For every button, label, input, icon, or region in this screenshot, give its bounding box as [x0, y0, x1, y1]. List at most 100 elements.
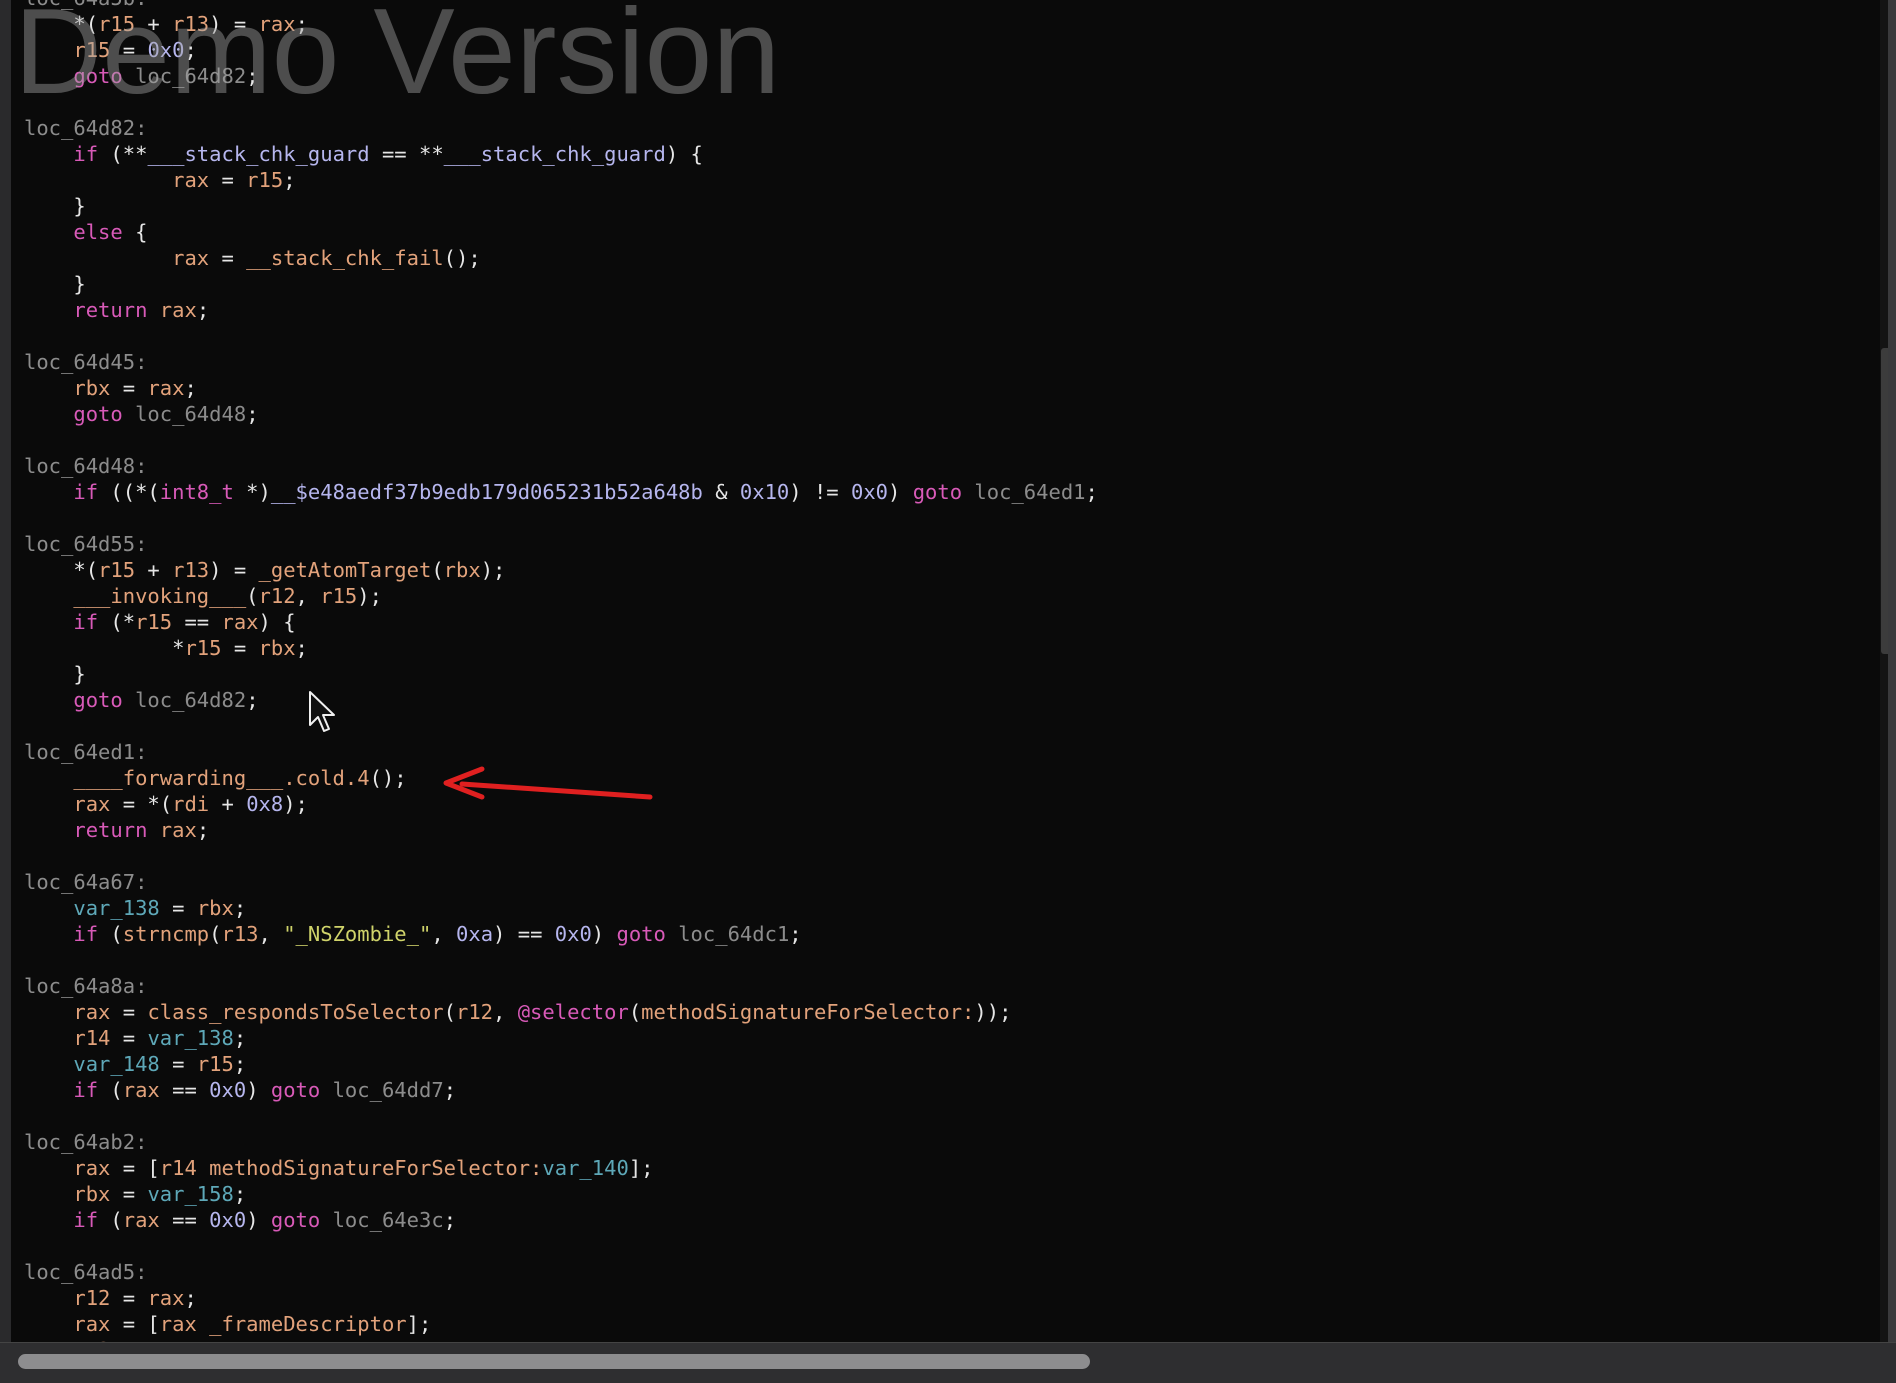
code-token: = [	[110, 1312, 160, 1336]
code-token: ==	[159, 1208, 210, 1232]
code-token: ;	[196, 298, 210, 322]
code-token: rax	[258, 12, 296, 36]
code-token: ;	[246, 64, 259, 88]
code-label[interactable]: loc_64d45:	[24, 350, 147, 374]
code-token: if	[73, 480, 99, 504]
code-label[interactable]: loc_64d55:	[24, 532, 147, 556]
code-token: +	[135, 12, 173, 36]
code-token: rax	[122, 1078, 160, 1102]
code-token: methodSignatureForSelector:	[641, 1000, 975, 1024]
code-label[interactable]: loc_64d48:	[24, 454, 147, 478]
code-label[interactable]: loc_64dd7	[333, 1078, 444, 1102]
code-token: r13	[172, 558, 210, 582]
code-token: rax	[147, 376, 185, 400]
code-token: r15	[320, 584, 358, 608]
code-token: ,	[295, 584, 321, 608]
code-label[interactable]: loc_64ab2:	[24, 1130, 147, 1154]
code-line: goto loc_64d48;	[24, 401, 1098, 427]
code-token: );	[480, 558, 506, 582]
code-token: &	[702, 480, 740, 504]
code-token: =	[110, 376, 148, 400]
code-line: loc_64a67:	[24, 869, 1098, 895]
code-token: (*	[98, 610, 136, 634]
vertical-scrollbar-thumb[interactable]	[1881, 348, 1888, 654]
code-label[interactable]: loc_64a67:	[24, 870, 147, 894]
code-line: loc_64d82:	[24, 115, 1098, 141]
code-viewport[interactable]: loc_64a5b: *(r15 + r13) = rax; r15 = 0x0…	[0, 0, 1888, 1342]
code-token: rax	[172, 246, 210, 270]
code-line: rax = r15;	[24, 167, 1098, 193]
code-token: ;	[443, 1078, 457, 1102]
code-line: loc_64a8a:	[24, 973, 1098, 999]
code-token: =	[110, 1000, 148, 1024]
code-line: *r15 = rbx;	[24, 635, 1098, 661]
code-token: 0x0	[209, 1078, 247, 1102]
code-label[interactable]: loc_64e3c	[333, 1208, 444, 1232]
code-token: if	[73, 922, 99, 946]
code-label[interactable]: loc_64dc1	[678, 922, 789, 946]
code-token: ];	[406, 1312, 432, 1336]
code-token: ;	[184, 38, 197, 62]
code-token: goto	[73, 688, 123, 712]
code-token: int8_t	[159, 480, 234, 504]
code-token: 0x10	[739, 480, 790, 504]
code-label[interactable]: loc_64a5b:	[24, 0, 147, 10]
horizontal-scrollbar-thumb[interactable]	[18, 1354, 1090, 1369]
code-line: if ((*(int8_t *)__$e48aedf37b9edb179d065…	[24, 479, 1097, 505]
code-token: r15	[196, 1052, 234, 1076]
code-label[interactable]: loc_64a8a:	[24, 974, 147, 998]
code-token: strncmp	[122, 922, 210, 946]
code-token: (	[209, 922, 222, 946]
code-token: rax	[159, 298, 197, 322]
code-token: ;	[295, 636, 308, 660]
horizontal-scrollbar[interactable]	[0, 1342, 1896, 1383]
code-label[interactable]: loc_64ad5:	[24, 1260, 147, 1284]
code-token: r13	[221, 922, 259, 946]
code-line: }	[24, 193, 1098, 219]
code-token: r15	[73, 38, 111, 62]
code-token: "_NSZombie_"	[283, 922, 432, 946]
code-token: ==	[159, 1078, 210, 1102]
code-label[interactable]: loc_64ed1	[974, 480, 1085, 504]
code-token: var_158	[147, 1182, 234, 1206]
code-token: rax	[73, 1156, 111, 1180]
code-token: *)	[233, 480, 271, 504]
vertical-scrollbar[interactable]	[1880, 0, 1888, 1342]
code-token: __$e48aedf37b9edb179d065231b52a648b	[270, 480, 703, 504]
code-label[interactable]: loc_64d82:	[24, 116, 147, 140]
code-token: +	[135, 558, 173, 582]
code-label[interactable]: loc_64d82	[135, 64, 246, 88]
code-token: =	[110, 38, 148, 62]
code-token: }	[24, 272, 86, 296]
code-token: r13	[172, 12, 210, 36]
code-label[interactable]: loc_64ed1:	[24, 740, 147, 764]
code-line: rax = class_respondsToSelector(r12, @sel…	[24, 999, 1098, 1025]
code-line: goto loc_64d82;	[24, 63, 1098, 89]
code-token: r12	[456, 1000, 494, 1024]
code-token: ___stack_chk_guard	[147, 142, 370, 166]
code-token: if	[73, 142, 99, 166]
code-line: *(r15 + r13) = rax;	[24, 11, 1098, 37]
code-line: rax = [r14 methodSignatureForSelector:va…	[24, 1155, 1098, 1181]
code-label[interactable]: loc_64d82	[135, 688, 246, 712]
code-token: var_138	[147, 1026, 234, 1050]
code-token: @selector	[517, 1000, 629, 1024]
decompiled-code[interactable]: loc_64a5b: *(r15 + r13) = rax; r15 = 0x0…	[24, 0, 1098, 1342]
code-label[interactable]: loc_64d48	[135, 402, 246, 426]
code-token: var_148	[73, 1052, 160, 1076]
